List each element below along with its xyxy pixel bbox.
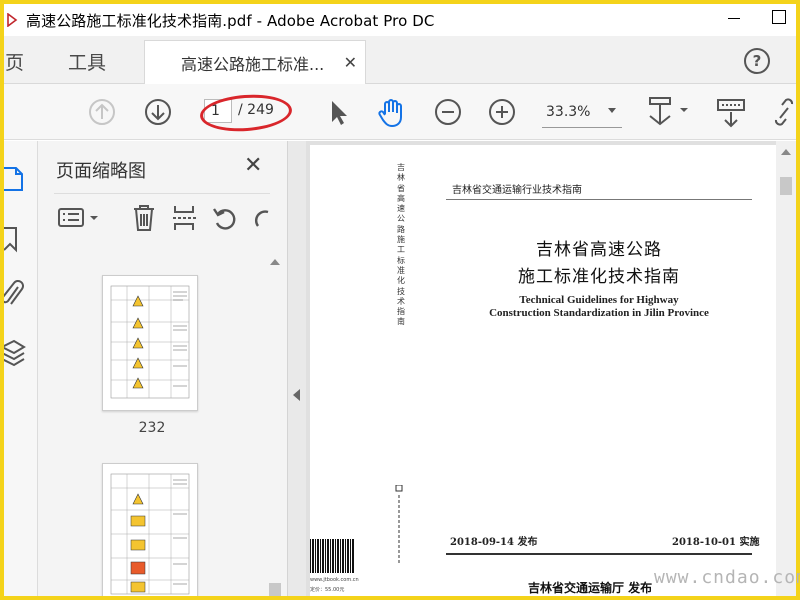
rotate-counterclockwise-icon[interactable] <box>212 206 238 236</box>
chevron-down-icon <box>608 108 616 113</box>
collapse-left-icon[interactable] <box>293 389 300 401</box>
toolbar: 1 / 249 33.3% <box>4 84 796 140</box>
zoom-in-icon[interactable] <box>488 98 516 130</box>
document-series: 吉林省交通运输行业技术指南 <box>452 185 582 196</box>
footer-rule <box>446 553 752 555</box>
previous-page-icon[interactable] <box>88 98 116 130</box>
effective-date: 2018-10-01 实施 <box>672 537 760 548</box>
delete-page-icon[interactable] <box>132 204 156 236</box>
bookmarks-icon[interactable] <box>4 225 22 257</box>
title-bar: 高速公路施工标准化技术指南.pdf - Adobe Acrobat Pro DC <box>4 4 796 36</box>
scroll-up-icon[interactable] <box>781 149 791 155</box>
header-rule <box>446 199 752 200</box>
document-view[interactable]: 吉林省高速公路施工标准化技术指南 吉林省交通运输行业技术指南 吉林省高速公路 施… <box>306 141 796 596</box>
english-title-line2: Construction Standardization in Jilin Pr… <box>489 307 709 319</box>
tab-document-label: 高速公路施工标准... <box>181 55 325 74</box>
navigation-rail <box>4 141 38 596</box>
acrobat-logo-icon <box>6 12 20 28</box>
publisher-logo-icon <box>394 484 404 565</box>
document-issuer: 吉林省交通运输厅 发布 <box>528 581 653 595</box>
thumbnail-list: 232 <box>38 253 266 596</box>
hand-tool-icon[interactable] <box>376 98 406 132</box>
tab-document[interactable]: 高速公路施工标准... ✕ <box>144 40 366 85</box>
price-text: 定价：55.00元 <box>310 587 345 593</box>
close-panel-icon[interactable]: ✕ <box>244 153 262 178</box>
thumbnail-page[interactable] <box>102 275 198 411</box>
panel-title: 页面缩略图 <box>56 161 146 182</box>
link-icon[interactable] <box>772 98 796 130</box>
fit-page-icon[interactable] <box>646 96 690 132</box>
watermark-text: www.cndao.com <box>654 567 800 588</box>
zoom-value: 33.3% <box>546 104 591 120</box>
thumbnail-toolbar <box>54 193 270 235</box>
insert-page-icon[interactable] <box>172 204 198 236</box>
keyboard-scroll-icon[interactable] <box>716 98 746 132</box>
zoom-out-icon[interactable] <box>434 98 462 130</box>
scrollbar-thumb[interactable] <box>269 583 281 596</box>
next-page-icon[interactable] <box>144 98 172 130</box>
attachments-icon[interactable] <box>4 279 24 313</box>
close-tab-icon[interactable]: ✕ <box>344 53 357 72</box>
page-thumbnails-icon[interactable] <box>4 165 24 197</box>
website-text: www.jtbook.com.cn <box>310 577 359 583</box>
publish-date: 2018-09-14 发布 <box>450 537 538 548</box>
scroll-up-icon[interactable] <box>270 259 280 265</box>
thumbnail-page[interactable] <box>102 463 198 596</box>
select-tool-icon[interactable] <box>326 98 350 130</box>
panel-collapse-bar[interactable] <box>288 141 306 596</box>
thumbnail-scrollbar[interactable] <box>266 257 282 596</box>
maximize-button[interactable] <box>772 10 786 24</box>
options-menu-icon[interactable] <box>58 208 102 232</box>
document-title-line1: 吉林省高速公路 <box>536 240 662 260</box>
english-title-line1: Technical Guidelines for Highway <box>519 294 679 306</box>
rotate-clockwise-icon[interactable] <box>254 206 270 236</box>
page-thumbnails-panel: 页面缩略图 ✕ 232 <box>38 141 288 596</box>
zoom-select[interactable]: 33.3% <box>542 102 622 128</box>
layers-icon[interactable] <box>4 339 26 373</box>
acrobat-window: 高速公路施工标准化技术指南.pdf - Adobe Acrobat Pro DC… <box>4 4 796 596</box>
minimize-button[interactable] <box>728 18 740 19</box>
document-title-line2: 施工标准化技术指南 <box>518 267 680 287</box>
tab-tools[interactable]: 工具 <box>68 48 106 75</box>
pdf-page: 吉林省高速公路施工标准化技术指南 吉林省交通运输行业技术指南 吉林省高速公路 施… <box>310 145 778 596</box>
tab-bar: 主页 工具 高速公路施工标准... ✕ ? <box>4 36 796 85</box>
scrollbar-thumb[interactable] <box>780 177 792 195</box>
tab-home[interactable]: 主页 <box>4 48 24 75</box>
spine-text: 吉林省高速公路施工标准化技术指南 <box>397 163 405 327</box>
help-icon[interactable]: ? <box>744 48 770 74</box>
document-scrollbar[interactable] <box>776 141 796 596</box>
barcode <box>310 539 354 573</box>
window-title: 高速公路施工标准化技术指南.pdf - Adobe Acrobat Pro DC <box>26 11 435 30</box>
thumbnail-label: 232 <box>138 420 166 436</box>
